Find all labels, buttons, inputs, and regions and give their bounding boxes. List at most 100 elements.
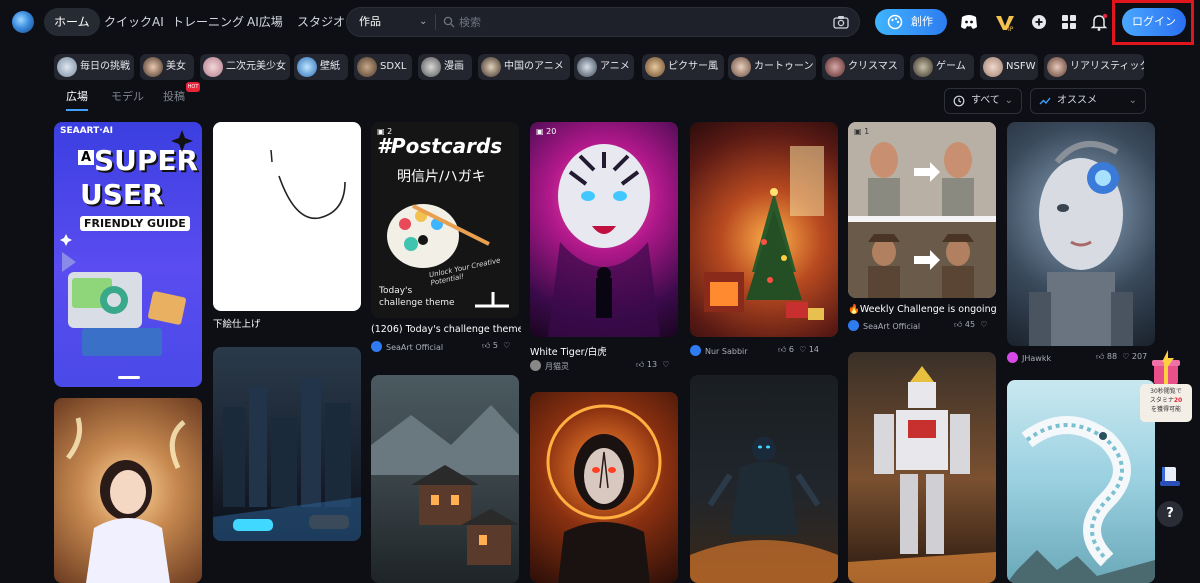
nav-ai-plaza[interactable]: AI広場 [237, 8, 293, 36]
tag-chip-nsfw[interactable]: NSFW [980, 54, 1038, 80]
card-title[interactable]: (1206) Today's challenge theme: ... [371, 324, 521, 335]
tag-chip-anime[interactable]: アニメ [574, 54, 634, 80]
tag-chip-pixar-style[interactable]: ピクサー風 [642, 54, 724, 80]
feed-card-city[interactable] [213, 347, 361, 541]
feed-card-dragon[interactable] [1007, 380, 1155, 583]
stamina-line2: スタミナ [1149, 397, 1174, 404]
feed-card-christmas[interactable] [690, 122, 838, 337]
camera-icon[interactable] [833, 15, 849, 29]
author-name: SeaArt Official [386, 343, 444, 352]
like-icon[interactable]: 👍︎ [778, 345, 786, 354]
sort-filter-select[interactable]: オススメ ⌄ [1030, 88, 1146, 114]
tag-chip-daily-challenge[interactable]: 毎日の挑戦 [54, 54, 134, 80]
help-button[interactable]: ? [1157, 501, 1183, 527]
create-button[interactable]: 創作 [875, 9, 947, 35]
card-author[interactable]: SeaArt Official [371, 341, 443, 352]
card-stats: 👍︎ 5 ♡ [482, 341, 510, 351]
svg-text:IP: IP [1008, 26, 1014, 33]
card-author[interactable]: JHawkk [1007, 352, 1051, 363]
tag-label: 中国のアニメ [504, 61, 564, 72]
author-name: JHawkk [1022, 354, 1052, 363]
tag-chip-christmas[interactable]: クリスマス [822, 54, 904, 80]
guide-book-icon[interactable] [1157, 463, 1183, 489]
like-icon[interactable]: 👍︎ [1096, 352, 1104, 361]
tab-post[interactable]: 投稿 [163, 88, 185, 104]
village-illustration [371, 405, 519, 565]
stamina-reward-widget[interactable]: 30秒閲覧で スタミナ20 を獲得可能 [1140, 348, 1192, 422]
tiger-illustration [548, 144, 660, 337]
search-input[interactable] [459, 12, 819, 32]
tag-label: 壁紙 [320, 61, 340, 72]
discord-icon[interactable] [958, 11, 980, 33]
tag-label: クリスマス [848, 61, 898, 72]
like-count: 5 [492, 341, 499, 350]
tag-label: カートゥーン [754, 61, 814, 72]
login-button[interactable]: ログイン [1122, 8, 1186, 36]
avatar [530, 360, 541, 371]
time-filter-select[interactable]: すべて ⌄ [944, 88, 1022, 114]
card-author[interactable]: Nur Sabbir [690, 345, 748, 356]
heart-icon[interactable]: ♡ [980, 320, 987, 329]
author-name: Nur Sabbir [705, 347, 748, 356]
tag-chip-wallpaper[interactable]: 壁紙 [294, 54, 348, 80]
card-author[interactable]: 月猫灵 [530, 360, 569, 372]
vip-icon[interactable]: IP [994, 11, 1016, 33]
nav-home[interactable]: ホーム [44, 8, 100, 36]
heart-icon[interactable]: ♡ [1122, 352, 1129, 361]
like-icon[interactable]: 👍︎ [954, 320, 962, 329]
fav-count: 14 [808, 345, 820, 354]
clock-icon [953, 95, 965, 107]
apps-grid-icon[interactable] [1058, 11, 1080, 33]
feed-card-dark-warrior[interactable] [690, 375, 838, 583]
heart-icon[interactable]: ♡ [799, 345, 806, 354]
tag-thumbnail [731, 57, 751, 77]
like-icon[interactable]: 👍︎ [482, 341, 490, 350]
search-category-select[interactable]: 作品 ⌄ [359, 8, 429, 36]
christmas-illustration [704, 146, 824, 320]
tab-plaza[interactable]: 広場 [66, 88, 88, 104]
tag-chip-sdxl[interactable]: SDXL [354, 54, 412, 80]
feed-card-sketch[interactable] [213, 122, 361, 311]
tag-label: ゲーム [936, 61, 966, 72]
like-icon[interactable]: 👍︎ [636, 360, 644, 369]
feed-card-postcards[interactable]: ▣ 2 #Postcards 明信片/ハガキ Unlock Your Creat… [371, 122, 519, 318]
image-count: 1 [864, 127, 870, 136]
tag-chip-cartoon[interactable]: カートゥーン [728, 54, 816, 80]
card-author[interactable]: SeaArt Official [848, 320, 920, 331]
tag-chip-manga[interactable]: 漫画 [418, 54, 472, 80]
tag-thumbnail [913, 57, 933, 77]
feed-card-cyborg[interactable] [1007, 122, 1155, 346]
dark-warrior-illustration [690, 437, 838, 583]
feed-card-white-tiger[interactable]: ▣ 20 [530, 122, 678, 337]
tag-thumbnail [143, 57, 163, 77]
trending-icon [1039, 97, 1051, 105]
card-title[interactable]: White Tiger/白虎 [530, 344, 678, 358]
feed-card-masked-woman[interactable] [530, 392, 678, 583]
tag-thumbnail [357, 57, 377, 77]
stamina-line3: を獲得可能 [1150, 406, 1181, 413]
add-icon[interactable] [1028, 11, 1050, 33]
nav-studio[interactable]: スタジオ [287, 8, 355, 36]
card-stats: 👍︎ 6 ♡ 14 [778, 345, 819, 355]
tag-chip-beauty[interactable]: 美女 [140, 54, 194, 80]
heart-icon[interactable]: ♡ [503, 341, 510, 350]
tag-chip-realistic[interactable]: リアリスティック [1044, 54, 1144, 80]
seaart-logo[interactable] [12, 11, 34, 33]
card-title[interactable]: 🔥Weekly Challenge is ongoing! [848, 304, 998, 315]
tag-chip-game[interactable]: ゲーム [910, 54, 974, 80]
feed-card-village[interactable] [371, 375, 519, 583]
author-name: 月猫灵 [545, 362, 569, 371]
time-filter-label: すべて [971, 95, 1000, 106]
tag-chip-2d-girl[interactable]: 二次元美少女 [200, 54, 290, 80]
card-title[interactable]: 下絵仕上げ [213, 316, 361, 330]
heart-icon[interactable]: ♡ [662, 360, 669, 369]
bell-icon[interactable] [1088, 11, 1110, 33]
stamina-reward-text: 30秒閲覧で スタミナ20 を獲得可能 [1140, 384, 1192, 422]
feed-card-weekly-challenge[interactable]: ▣ 1 [848, 122, 996, 298]
feed-card-guide[interactable]: SEAART·AI A SUPER USER FRIENDLY GUIDE [54, 122, 202, 387]
dragon-illustration [1007, 416, 1155, 583]
tab-model[interactable]: モデル [111, 88, 144, 104]
tag-chip-chinese-anime[interactable]: 中国のアニメ [478, 54, 570, 80]
feed-card-anime-girl[interactable] [54, 398, 202, 583]
feed-card-mech[interactable] [848, 352, 996, 583]
